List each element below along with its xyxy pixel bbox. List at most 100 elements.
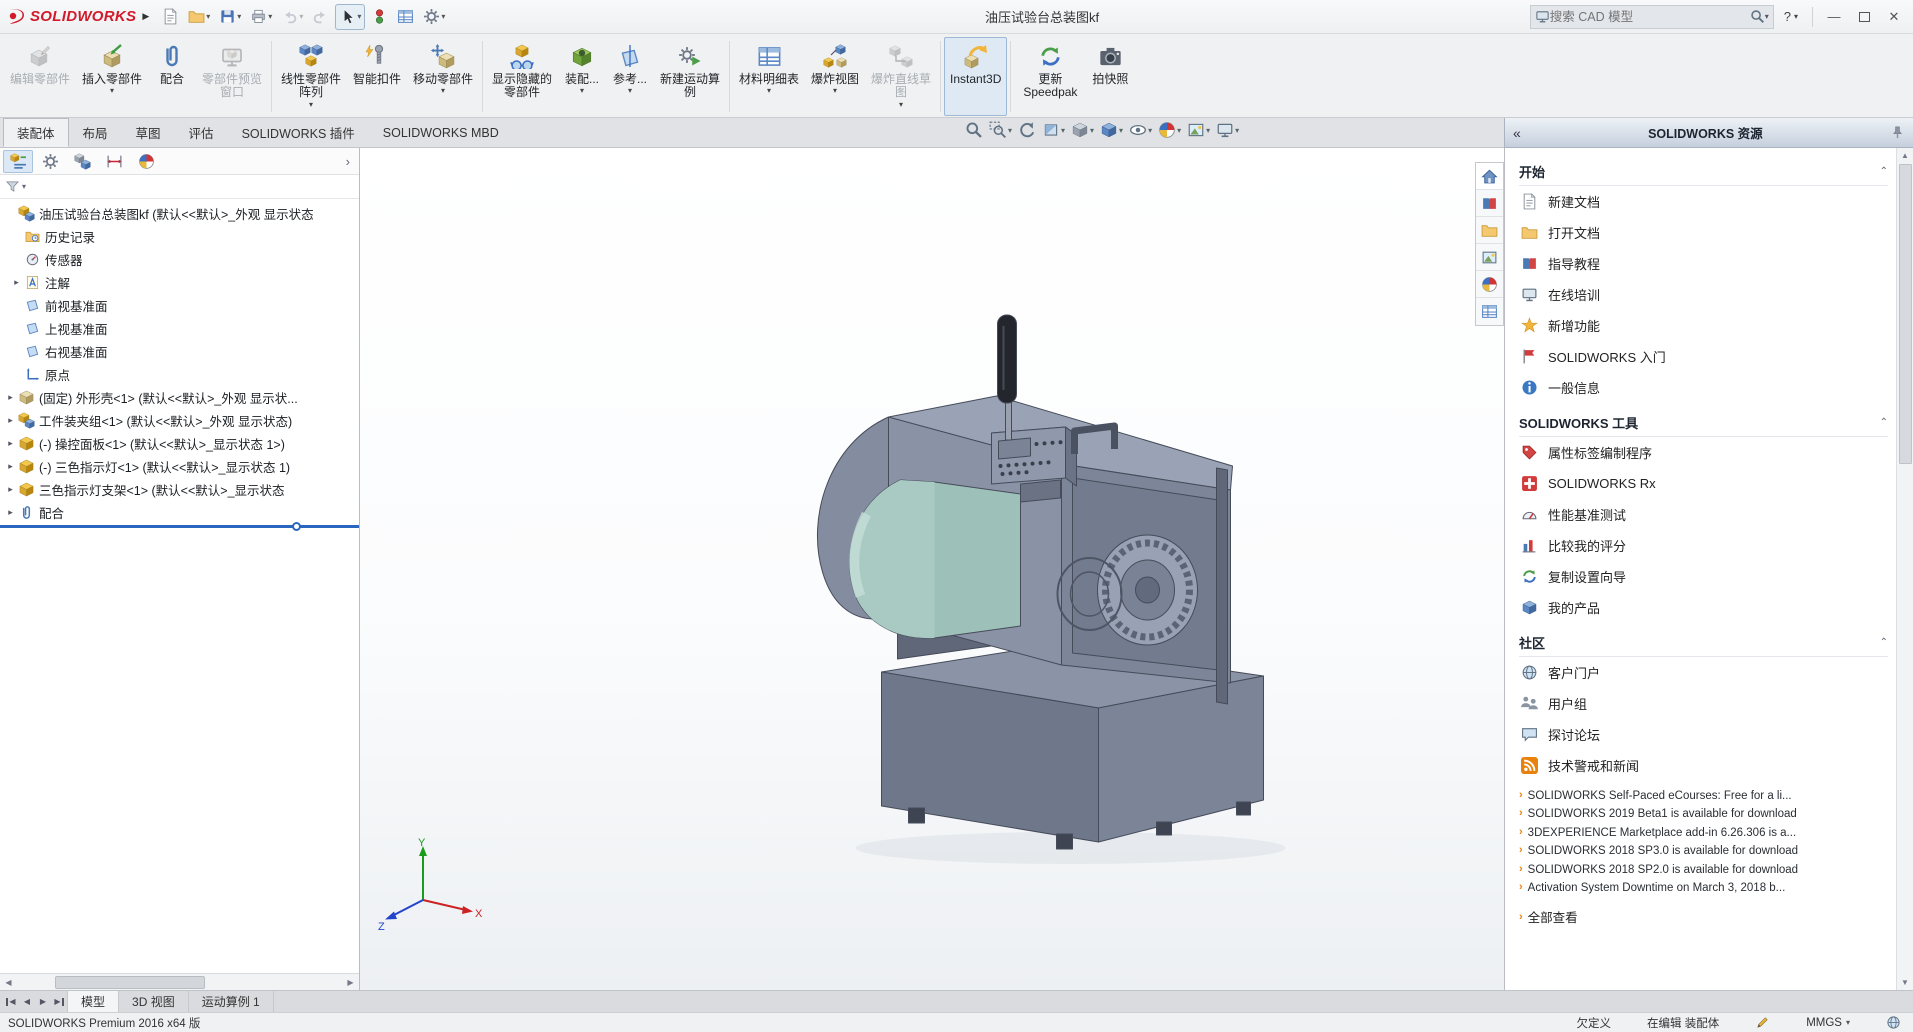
globe-icon[interactable] (1886, 1015, 1901, 1030)
minimize-button[interactable]: — (1819, 2, 1849, 32)
task-pane-item-online-training[interactable]: 在线培训 (1519, 279, 1888, 310)
tree-item-annotations[interactable]: ▸ 注解 (0, 271, 359, 294)
save-button[interactable]: ▾ (216, 4, 244, 30)
tab-3d-views[interactable]: 3D 视图 (119, 991, 189, 1012)
rollback-bar[interactable] (0, 525, 359, 528)
chevron-up-icon[interactable]: ⌃ (1880, 637, 1888, 648)
news-link[interactable]: ›SOLIDWORKS 2019 Beta1 is available for … (1519, 807, 1888, 821)
task-pane-item-discussion-forum[interactable]: 探讨论坛 (1519, 719, 1888, 750)
close-button[interactable]: ✕ (1879, 2, 1909, 32)
ribbon-button-linear-component-pattern[interactable]: 线性零部件阵列 ▾ (275, 37, 347, 116)
tab-propertymanager[interactable] (35, 150, 65, 173)
select-tool-button[interactable]: ▾ (335, 4, 365, 30)
ribbon-button-edit-component[interactable]: 编辑零部件 (4, 37, 76, 116)
task-pane-item-performance-benchmark[interactable]: 性能基准测试 (1519, 499, 1888, 530)
news-link[interactable]: ›SOLIDWORKS 2018 SP3.0 is available for … (1519, 844, 1888, 858)
print-button[interactable]: ▾ (247, 4, 275, 30)
tab-solidworks-addins[interactable]: SOLIDWORKS 插件 (228, 118, 369, 147)
undo-button[interactable]: ▾ (278, 4, 306, 30)
design-library-tab[interactable] (1476, 190, 1503, 217)
ribbon-button-new-motion-study[interactable]: 新建运动算例 (654, 37, 726, 116)
edit-appearance-button[interactable]: ▾ (1158, 121, 1181, 139)
ribbon-button-assembly-features[interactable]: 装配... ▾ (558, 37, 606, 116)
task-pane-item-new-document[interactable]: 新建文档 (1519, 186, 1888, 217)
tab-scroll-right-button[interactable]: ▶ (35, 991, 51, 1012)
ribbon-button-mate[interactable]: 配合 (148, 37, 196, 116)
tree-item-component-indicator-light[interactable]: ▸ (-) 三色指示灯<1> (默认<<默认>_显示状态 1) (0, 455, 359, 478)
ribbon-button-reference-geometry[interactable]: 参考... ▾ (606, 37, 654, 116)
hide-show-items-button[interactable]: ▾ (1129, 121, 1152, 139)
search-magnifier-icon[interactable] (1750, 9, 1765, 24)
appearances-scenes-tab[interactable] (1476, 271, 1503, 298)
tab-motion-study-1[interactable]: 运动算例 1 (189, 991, 274, 1012)
units-selector[interactable]: MMGS▾ (1806, 1017, 1850, 1029)
tab-evaluate[interactable]: 评估 (175, 118, 228, 147)
news-link[interactable]: ›3DEXPERIENCE Marketplace add-in 6.26.30… (1519, 826, 1888, 840)
task-pane-item-property-tab-builder[interactable]: 属性标签编制程序 (1519, 437, 1888, 468)
tab-dimxpertmanager[interactable] (99, 150, 129, 173)
task-pane-item-customer-portal[interactable]: 客户门户 (1519, 657, 1888, 688)
ribbon-button-update-speedpak[interactable]: 更新 Speedpak (1014, 37, 1086, 116)
tree-item-sensors[interactable]: 传感器 (0, 248, 359, 271)
menu-flyout-arrow-icon[interactable]: ▶ (142, 11, 149, 22)
tree-item-top-plane[interactable]: 上视基准面 (0, 317, 359, 340)
tree-item-history[interactable]: 历史记录 (0, 225, 359, 248)
solidworks-resources-tab[interactable] (1476, 163, 1503, 190)
chevron-up-icon[interactable]: ⌃ (1880, 417, 1888, 428)
ribbon-button-instant3d[interactable]: Instant3D (944, 37, 1007, 116)
task-pane-item-general-info[interactable]: 一般信息 (1519, 372, 1888, 403)
file-explorer-tab[interactable] (1476, 217, 1503, 244)
horizontal-scrollbar[interactable]: ◀ ▶ (0, 973, 359, 990)
section-header-community[interactable]: 社区 ⌃ (1519, 633, 1888, 657)
view-palette-tab[interactable] (1476, 244, 1503, 271)
task-pane-item-technical-alerts-news[interactable]: 技术警戒和新闻 (1519, 750, 1888, 781)
edit-pencil-icon[interactable] (1755, 1015, 1770, 1030)
ribbon-button-explode-line-sketch[interactable]: 爆炸直线草图 ▾ (865, 37, 937, 116)
search-scope-icon[interactable] (1535, 9, 1550, 24)
graphics-viewport[interactable]: Y X Z (360, 148, 1504, 990)
section-header-tools[interactable]: SOLIDWORKS 工具 ⌃ (1519, 413, 1888, 437)
custom-properties-tab[interactable] (1476, 298, 1503, 325)
tree-item-component-control-panel[interactable]: ▸ (-) 操控面板<1> (默认<<默认>_显示状态 1>) (0, 432, 359, 455)
ribbon-button-show-hidden-components[interactable]: 显示隐藏的零部件 (486, 37, 558, 116)
news-link[interactable]: ›SOLIDWORKS 2018 SP2.0 is available for … (1519, 863, 1888, 877)
tab-model[interactable]: 模型 (67, 991, 119, 1012)
view-settings-button[interactable]: ▾ (1216, 121, 1239, 139)
view-all-link[interactable]: ›全部查看 (1519, 907, 1888, 926)
search-input[interactable] (1550, 10, 1750, 24)
tab-layout[interactable]: 布局 (69, 118, 122, 147)
scroll-up-arrow-icon[interactable]: ▲ (1897, 148, 1913, 163)
task-pane-item-open-document[interactable]: 打开文档 (1519, 217, 1888, 248)
tab-displaymanager[interactable] (131, 150, 161, 173)
task-pane-item-my-products[interactable]: 我的产品 (1519, 592, 1888, 623)
zoom-to-area-button[interactable]: ▾ (989, 121, 1012, 139)
ribbon-button-insert-component[interactable]: 插入零部件 ▾ (76, 37, 148, 116)
maximize-button[interactable] (1849, 2, 1879, 32)
apply-scene-button[interactable]: ▾ (1187, 121, 1210, 139)
rebuild-button[interactable] (368, 4, 391, 30)
scrollbar-thumb[interactable] (1899, 164, 1912, 464)
new-document-button[interactable] (159, 4, 182, 30)
ribbon-button-exploded-view[interactable]: 爆炸视图 ▾ (805, 37, 865, 116)
collapse-task-pane-button[interactable]: « (1513, 125, 1521, 141)
news-link[interactable]: ›SOLIDWORKS Self-Paced eCourses: Free fo… (1519, 789, 1888, 803)
tab-configurationmanager[interactable] (67, 150, 97, 173)
chevron-up-icon[interactable]: ⌃ (1880, 166, 1888, 177)
section-header-start[interactable]: 开始 ⌃ (1519, 162, 1888, 186)
scrollbar-thumb[interactable] (55, 976, 205, 989)
file-properties-button[interactable] (394, 4, 417, 30)
ribbon-button-smart-fasteners[interactable]: 智能扣件 (347, 37, 407, 116)
tree-item-origin[interactable]: 原点 (0, 363, 359, 386)
view-orientation-button[interactable]: ▾ (1071, 121, 1094, 139)
scroll-left-arrow-icon[interactable]: ◀ (0, 978, 17, 987)
ribbon-button-bill-of-materials[interactable]: 材料明细表 ▾ (733, 37, 805, 116)
redo-button[interactable] (309, 4, 332, 30)
tree-item-component-indicator-bracket[interactable]: ▸ 三色指示灯支架<1> (默认<<默认>_显示状态 (0, 478, 359, 501)
vertical-scrollbar[interactable]: ▲ ▼ (1896, 148, 1913, 990)
task-pane-item-whats-new[interactable]: 新增功能 (1519, 310, 1888, 341)
task-pane-item-solidworks-rx[interactable]: SOLIDWORKS Rx (1519, 468, 1888, 499)
tree-item-component-fixture-group[interactable]: ▸ 工件装夹组<1> (默认<<默认>_外观 显示状态) (0, 409, 359, 432)
help-button[interactable]: ?▾ (1784, 9, 1798, 24)
panel-flyout-expand-button[interactable]: › (340, 154, 356, 169)
display-style-button[interactable]: ▾ (1100, 121, 1123, 139)
